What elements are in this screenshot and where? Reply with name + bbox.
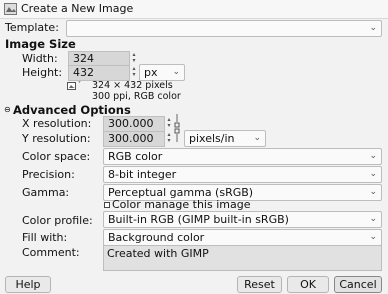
color-manage-label[interactable]: Color manage this image xyxy=(112,198,250,211)
reset-button[interactable]: Reset xyxy=(237,276,282,293)
fill-with-value: Background color xyxy=(108,231,205,244)
resolution-unit-value: pixels/in xyxy=(189,132,235,145)
color-space-dropdown[interactable]: RGB color ⌄ xyxy=(103,148,382,165)
advanced-options-heading[interactable]: Advanced Options xyxy=(13,103,131,117)
color-profile-dropdown[interactable]: Built-in RGB (GIMP built-in sRGB) ⌄ xyxy=(103,211,382,228)
x-resolution-label: X resolution: xyxy=(22,117,92,130)
size-unit-dropdown[interactable]: px ⌄ xyxy=(139,64,185,81)
y-resolution-value: 300.000 xyxy=(108,132,154,145)
color-space-value: RGB color xyxy=(108,150,163,163)
template-dropdown[interactable]: ⌄ xyxy=(66,20,382,37)
fill-with-label: Fill with: xyxy=(22,231,68,244)
comment-textarea[interactable]: Created with GIMP xyxy=(103,245,382,271)
width-value: 324 xyxy=(73,52,94,65)
portrait-icon[interactable] xyxy=(67,82,77,90)
chain-link-icon[interactable] xyxy=(173,114,181,142)
collapse-icon[interactable]: ⊖ xyxy=(4,105,11,114)
size-summary-pixels: 324 × 432 pixels xyxy=(92,80,173,91)
chevron-down-icon[interactable]: ˅ xyxy=(78,81,81,88)
color-manage-checkbox[interactable] xyxy=(104,202,110,208)
template-label: Template: xyxy=(5,21,59,34)
chevron-down-icon: ⌄ xyxy=(369,214,377,224)
comment-value: Created with GIMP xyxy=(107,247,209,260)
color-space-label: Color space: xyxy=(22,150,91,163)
size-unit-value: px xyxy=(144,66,158,79)
ok-button[interactable]: OK xyxy=(287,276,329,293)
chevron-down-icon: ⌄ xyxy=(369,23,377,33)
chevron-down-icon: ⌄ xyxy=(369,151,377,161)
color-profile-label: Color profile: xyxy=(22,214,93,227)
precision-value: 8-bit integer xyxy=(108,168,177,181)
y-resolution-label: Y resolution: xyxy=(22,132,91,145)
chevron-down-icon: ⌄ xyxy=(253,133,261,143)
chevron-down-icon: ⌄ xyxy=(172,67,180,77)
height-input[interactable]: 432 xyxy=(68,65,130,81)
fill-with-dropdown[interactable]: Background color ⌄ xyxy=(103,229,382,246)
width-label: Width: xyxy=(22,52,58,65)
gimp-app-icon xyxy=(4,3,17,15)
color-profile-value: Built-in RGB (GIMP built-in sRGB) xyxy=(108,213,289,226)
chevron-down-icon: ⌄ xyxy=(369,169,377,179)
y-resolution-input[interactable]: 300.000 xyxy=(103,131,165,147)
width-spinner[interactable]: ▴ ▾ xyxy=(130,52,138,64)
x-resolution-input[interactable]: 300.000 xyxy=(103,116,165,132)
precision-dropdown[interactable]: 8-bit integer ⌄ xyxy=(103,166,382,183)
chevron-down-icon: ⌄ xyxy=(369,232,377,242)
height-value: 432 xyxy=(73,66,94,79)
size-summary-resolution: 300 ppi, RGB color xyxy=(92,91,181,102)
window-title: Create a New Image xyxy=(21,2,134,15)
y-resolution-spinner[interactable]: ▴ ▾ xyxy=(165,132,173,144)
height-spinner[interactable]: ▴ ▾ xyxy=(130,66,138,78)
resolution-unit-dropdown[interactable]: pixels/in ⌄ xyxy=(184,130,266,147)
comment-label: Comment: xyxy=(22,246,80,259)
title-bar: Create a New Image xyxy=(0,0,388,19)
help-button[interactable]: Help xyxy=(5,276,51,293)
cancel-button[interactable]: Cancel xyxy=(334,276,382,293)
x-resolution-spinner[interactable]: ▴ ▾ xyxy=(165,117,173,129)
x-resolution-value: 300.000 xyxy=(108,117,154,130)
precision-label: Precision: xyxy=(22,168,75,181)
height-label: Height: xyxy=(22,66,63,79)
gamma-label: Gamma: xyxy=(22,186,70,199)
chevron-down-icon: ⌄ xyxy=(369,187,377,197)
image-size-heading: Image Size xyxy=(5,37,76,51)
